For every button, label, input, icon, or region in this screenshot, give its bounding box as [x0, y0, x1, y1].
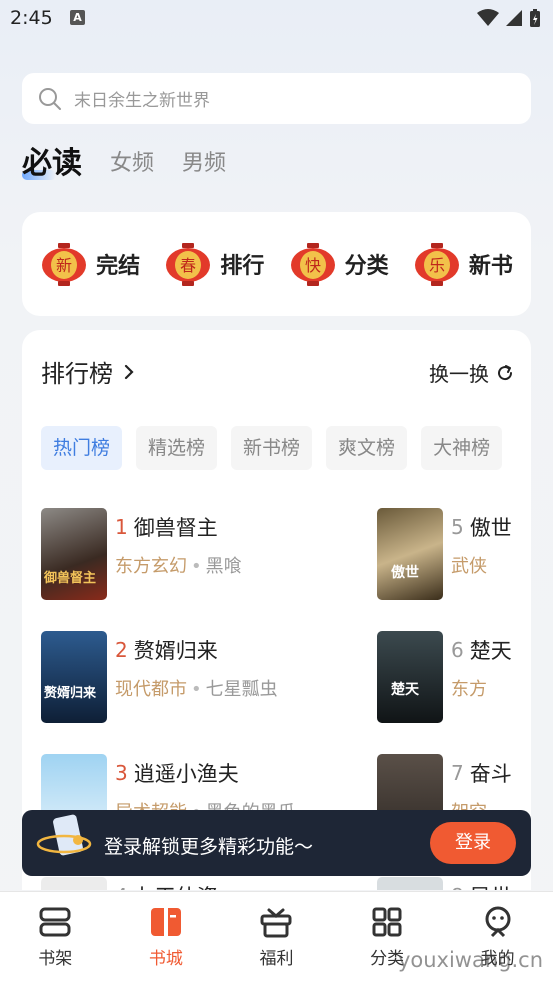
rank-number: 7: [451, 761, 464, 785]
chip-hot[interactable]: 热门榜: [41, 426, 123, 470]
book-genre: 现代都市: [115, 679, 187, 700]
book-title: 傲世: [469, 516, 512, 540]
book-cover-text: 御兽督主: [44, 571, 97, 586]
rank-number: 1: [115, 515, 128, 539]
quick-entry-label: 完结: [96, 254, 141, 279]
book-genre: 东方: [451, 679, 487, 700]
ranking-title[interactable]: 排行榜: [41, 354, 139, 389]
refresh-button[interactable]: 换一换: [429, 358, 515, 387]
signal-icon: [506, 10, 522, 26]
bookshelf-icon: [39, 907, 71, 937]
profile-icon: [485, 906, 511, 938]
notification-icon: A: [70, 10, 85, 25]
refresh-label: 换一换: [429, 362, 489, 386]
login-button[interactable]: 登录: [430, 822, 516, 864]
book-genre: 武侠: [451, 556, 487, 577]
quick-entry-card: 新 完结 春 排行 快 分类 乐 新书: [22, 212, 531, 316]
login-banner-text: 登录解锁更多精彩功能～: [104, 836, 314, 858]
quick-entry-label: 分类: [344, 254, 389, 279]
status-icons: [477, 8, 541, 28]
book-item[interactable]: 8 异世: [377, 877, 512, 890]
book-title: 赘婿归来: [133, 639, 218, 663]
book-title: 逍遥小渔夫: [133, 762, 239, 786]
book-cover: 傲世: [377, 508, 443, 600]
book-title: 异世: [470, 881, 512, 890]
quick-entry-label: 新书: [468, 254, 513, 279]
rank-number: 8: [451, 884, 464, 890]
rank-number: 6: [451, 638, 464, 662]
tab-must-read[interactable]: 必读: [22, 144, 82, 184]
book-author: 黑喰: [205, 556, 242, 577]
book-cover: 御兽督主: [41, 508, 107, 600]
status-time: 2:45: [10, 7, 53, 29]
bookstore-icon: [150, 908, 181, 936]
book-item[interactable]: 御兽督主 1 御兽督主 东方玄幻 • 黑喰: [41, 508, 242, 600]
book-title: 九天仙资: [134, 881, 218, 890]
rank-number: 4: [115, 884, 128, 890]
book-title: 御兽督主: [133, 516, 218, 540]
grid-icon: [372, 907, 402, 937]
book-cover-text: 楚天: [391, 682, 419, 698]
svg-text:快: 快: [305, 256, 321, 275]
refresh-icon: [498, 364, 513, 380]
quick-entry-new[interactable]: 乐 新书: [413, 240, 513, 288]
rank-number: 2: [115, 638, 128, 662]
ranking-chips: 热门榜 精选榜 新书榜 爽文榜 大神榜: [41, 426, 503, 470]
chevron-right-icon: [124, 364, 134, 379]
chip-selected[interactable]: 精选榜: [136, 426, 218, 470]
nav-bookstore[interactable]: 书城: [111, 892, 222, 984]
wifi-icon: [477, 9, 499, 26]
lantern-icon: 新: [42, 243, 87, 286]
book-title: 奋斗: [469, 762, 512, 786]
book-item[interactable]: 4 九天仙资: [41, 877, 218, 890]
chip-cool[interactable]: 爽文榜: [326, 426, 408, 470]
chip-master[interactable]: 大神榜: [421, 426, 503, 470]
ranking-title-label: 排行榜: [41, 360, 113, 388]
book-title: 楚天: [469, 639, 512, 663]
search-icon: [39, 87, 61, 110]
book-item[interactable]: 楚天 6 楚天 东方: [377, 631, 512, 723]
search-input[interactable]: 末日余生之新世界: [22, 73, 531, 124]
quick-entry-category[interactable]: 快 分类: [289, 240, 389, 288]
book-cover-text: 赘婿归来: [44, 686, 97, 701]
quick-entry-label: 排行: [220, 254, 265, 279]
nav-bookshelf[interactable]: 书架: [0, 892, 111, 984]
book-cover: 赘婿归来: [41, 631, 107, 723]
quick-entry-ranking[interactable]: 春 排行: [164, 240, 264, 288]
status-bar: 2:45 A: [0, 0, 553, 36]
svg-text:春: 春: [180, 256, 196, 275]
svg-text:乐: 乐: [429, 256, 445, 275]
lantern-icon: 春: [166, 243, 211, 286]
book-item[interactable]: 傲世 5 傲世 武侠: [377, 508, 512, 600]
nav-welfare[interactable]: 福利: [221, 892, 332, 984]
svg-text:新: 新: [56, 256, 72, 275]
watermark: youxiwang.cn: [397, 948, 543, 972]
tab-male[interactable]: 男频: [182, 144, 226, 184]
gift-icon: [260, 908, 292, 938]
book-author: 七星瓢虫: [205, 679, 278, 700]
search-placeholder: 末日余生之新世界: [74, 91, 210, 111]
quick-entry-completed[interactable]: 新 完结: [40, 240, 140, 288]
rank-number: 5: [451, 515, 464, 539]
book-genre: 东方玄幻: [115, 556, 187, 577]
nav-label: 福利: [259, 949, 294, 969]
book-cover-text: 傲世: [391, 565, 419, 581]
book-cover: [377, 877, 443, 890]
nav-label: 书架: [38, 949, 73, 969]
tab-female[interactable]: 女频: [110, 144, 154, 184]
book-cover: 楚天: [377, 631, 443, 723]
phone-promo-icon: [36, 814, 92, 856]
book-item[interactable]: 赘婿归来 2 赘婿归来 现代都市 • 七星瓢虫: [41, 631, 278, 723]
lantern-icon: 快: [290, 243, 335, 286]
chip-new[interactable]: 新书榜: [231, 426, 313, 470]
ranking-card: 排行榜 换一换 热门榜 精选榜 新书榜 爽文榜 大神榜 御兽督主 1 御兽督主 东…: [22, 330, 531, 890]
lantern-icon: 乐: [414, 243, 459, 286]
login-banner[interactable]: 登录解锁更多精彩功能～ 登录: [22, 810, 531, 876]
main-tabs: 必读 女频 男频: [22, 140, 254, 184]
rank-number: 3: [115, 761, 128, 785]
battery-icon: [530, 9, 540, 27]
book-cover: [41, 877, 107, 890]
nav-label: 书城: [148, 949, 183, 969]
